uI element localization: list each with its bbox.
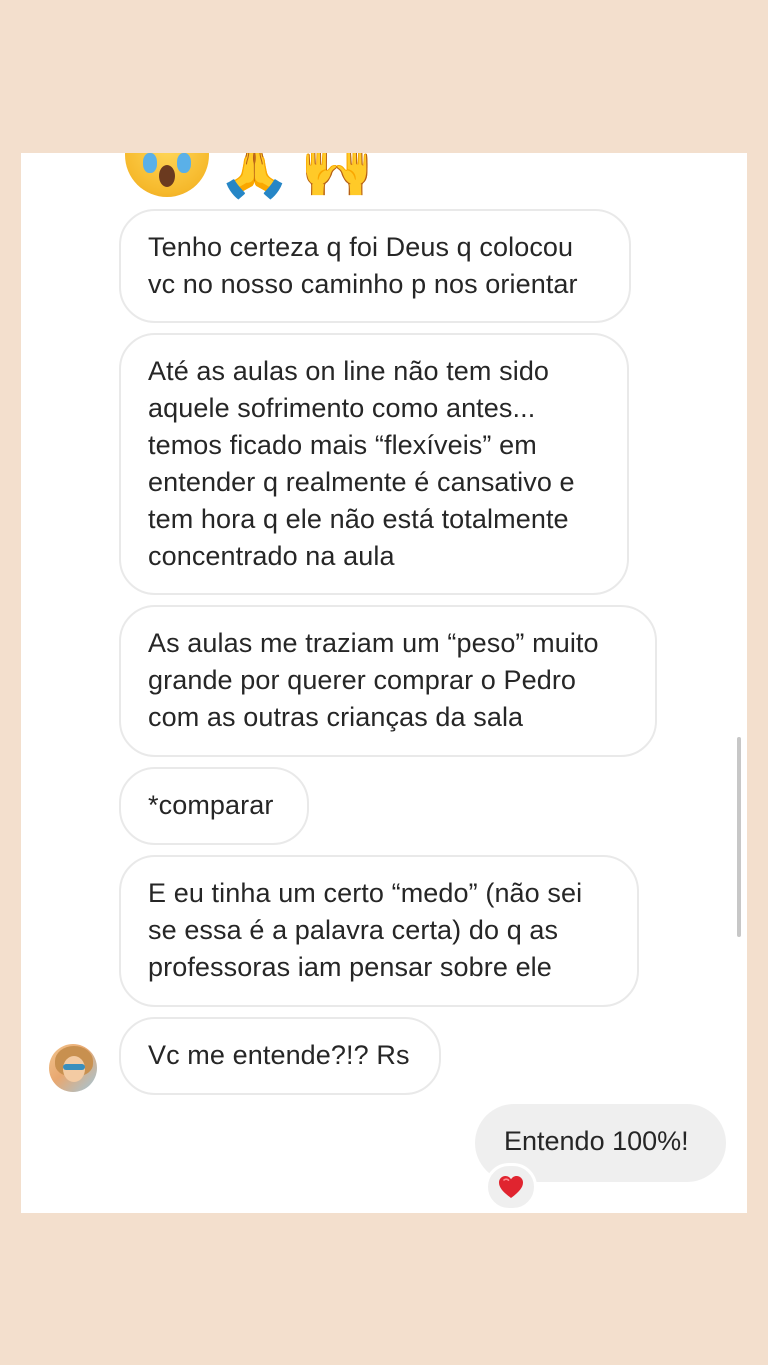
scrollbar[interactable] bbox=[737, 737, 741, 937]
emoji-message[interactable]: 🙏 🙌 bbox=[125, 153, 374, 197]
message-text-line: entender q realmente é cansativo e bbox=[148, 467, 575, 497]
message-bubble[interactable]: Até as aulas on line não tem sido aquele… bbox=[119, 333, 629, 595]
outgoing-message-text: Entendo 100%! bbox=[504, 1126, 689, 1156]
message-bubble[interactable]: Vc me entende?!? Rs bbox=[119, 1017, 441, 1095]
message-text-line: Até as aulas on line não tem sido bbox=[148, 356, 550, 386]
message-text-line: tem hora q ele não está totalmente bbox=[148, 504, 569, 534]
raised-hands-emoji-icon: 🙌 bbox=[299, 153, 375, 202]
message-text-line: E eu tinha um certo “medo” (não sei bbox=[148, 878, 583, 908]
message-text-line: concentrado na aula bbox=[148, 541, 395, 571]
message-text-line: As aulas me traziam um “peso” muito bbox=[148, 628, 599, 658]
message-text-line: aquele sofrimento como antes... bbox=[148, 393, 536, 423]
message-text-line: Tenho certeza q foi Deus q colocou bbox=[148, 232, 574, 262]
scream-face-emoji-icon bbox=[125, 153, 209, 197]
reaction-badge[interactable] bbox=[485, 1163, 537, 1211]
message-bubble[interactable]: As aulas me traziam um “peso” muito gran… bbox=[119, 605, 657, 757]
message-bubble[interactable]: *comparar bbox=[119, 767, 309, 845]
folded-hands-emoji-icon: 🙏 bbox=[217, 153, 292, 202]
message-text-line: professoras iam pensar sobre ele bbox=[148, 952, 552, 982]
message-bubble[interactable]: E eu tinha um certo “medo” (não sei se e… bbox=[119, 855, 639, 1007]
red-heart-icon bbox=[499, 1176, 523, 1198]
message-text-line: com as outras crianças da sala bbox=[148, 702, 524, 732]
message-text-line: grande por querer comprar o Pedro bbox=[148, 665, 577, 695]
chat-screen: 🙏 🙌 Tenho certeza q foi Deus q colocou v… bbox=[21, 153, 747, 1213]
message-text-line: Vc me entende?!? Rs bbox=[148, 1040, 410, 1070]
message-text-line: *comparar bbox=[148, 790, 274, 820]
sender-avatar[interactable] bbox=[49, 1044, 97, 1092]
message-text-line: se essa é a palavra certa) do q as bbox=[148, 915, 559, 945]
message-text-line: temos ficado mais “flexíveis” em bbox=[148, 430, 537, 460]
message-bubble[interactable]: Tenho certeza q foi Deus q colocou vc no… bbox=[119, 209, 631, 323]
message-text-line: vc no nosso caminho p nos orientar bbox=[148, 269, 578, 299]
